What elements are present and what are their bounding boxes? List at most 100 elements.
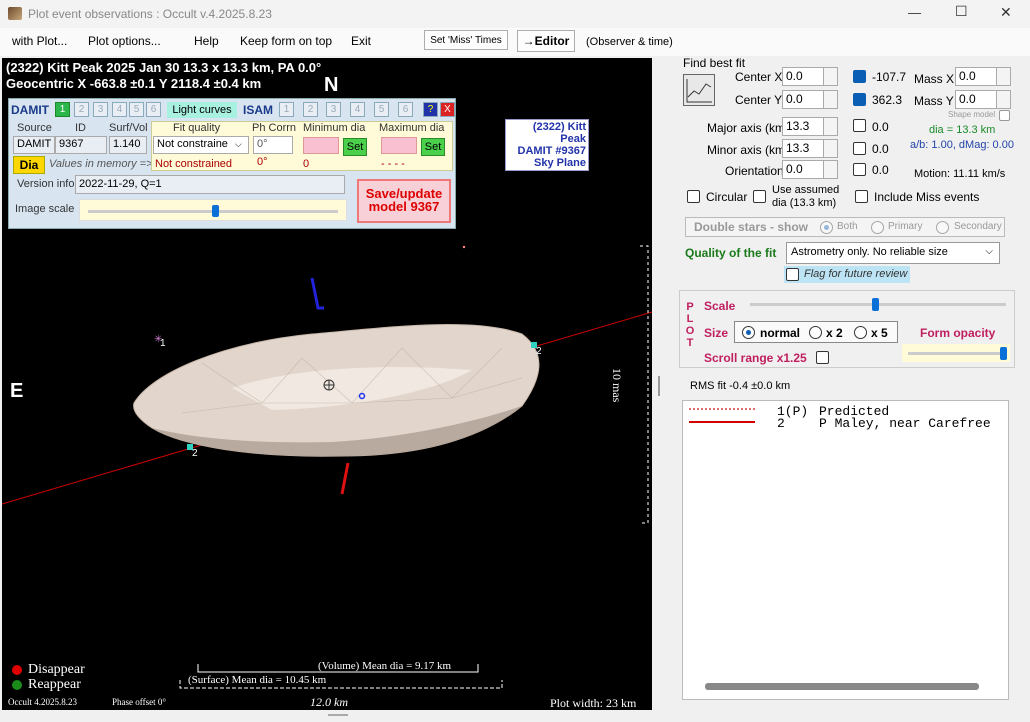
dia-button[interactable]: Dia — [13, 156, 45, 174]
scale-slider-thumb[interactable] — [872, 298, 879, 311]
minimize-icon[interactable]: — — [908, 5, 921, 20]
max-dia-set-button[interactable]: Set — [421, 138, 445, 156]
damit-tab-4[interactable]: 4 — [112, 102, 127, 117]
size-x2-label: x 2 — [826, 326, 843, 340]
menu-help[interactable]: Help — [194, 34, 219, 48]
light-curves-button[interactable]: Light curves — [167, 102, 237, 118]
list-row-2-name: P Maley, near Carefree — [819, 416, 991, 431]
isam-tab-1[interactable]: 1 — [279, 102, 294, 117]
info-plane: Sky Plane — [534, 157, 586, 169]
scale-slider[interactable] — [746, 297, 1010, 313]
center-x-input[interactable]: 0.0 — [782, 67, 838, 86]
min-dia-set-button[interactable]: Set — [343, 138, 367, 156]
fit-chart-button[interactable] — [683, 74, 715, 106]
damit-tab-6[interactable]: 6 — [146, 102, 161, 117]
center-y-label: Center Y — [735, 93, 783, 107]
editor-button[interactable]: →Editor — [517, 30, 575, 52]
image-scale-slider[interactable] — [79, 199, 347, 221]
info-box: (2322) Kitt Peak DAMIT #9367 Sky Plane — [505, 119, 589, 171]
plot-width-label: Plot width: 23 km — [550, 696, 637, 710]
close-icon[interactable]: ✕ — [1000, 4, 1012, 21]
size-normal-radio[interactable] — [742, 326, 755, 339]
damit-tab-5[interactable]: 5 — [129, 102, 144, 117]
source-header: Source — [17, 122, 52, 134]
size-x5-radio[interactable] — [854, 326, 867, 339]
size-x5-label: x 5 — [871, 326, 888, 340]
dia-result: dia = 13.3 km — [929, 124, 996, 136]
isam-tab-3[interactable]: 3 — [326, 102, 341, 117]
secondary-radio[interactable] — [936, 221, 949, 234]
assumed-dia-label: Use assumed dia (13.3 km) — [772, 184, 840, 209]
damit-tab-2[interactable]: 2 — [74, 102, 89, 117]
max-dia-header: Maximum dia — [379, 122, 445, 134]
size-normal-label: normal — [760, 326, 801, 340]
flag-review-group: Flag for future review — [784, 266, 910, 283]
minor-axis-checkbox[interactable] — [853, 142, 866, 155]
slider-thumb[interactable] — [212, 205, 219, 217]
center-y-input[interactable]: 0.0 — [782, 90, 838, 109]
damit-tab-1[interactable]: 1 — [55, 102, 70, 117]
set-miss-times-button[interactable]: Set 'Miss' Times — [424, 30, 508, 50]
menu-plot-options[interactable]: Plot options... — [88, 34, 161, 48]
assumed-dia-checkbox[interactable] — [753, 190, 766, 203]
scale-mas-label: 10 mas — [610, 368, 624, 403]
opacity-slider-thumb[interactable] — [1000, 347, 1007, 360]
horizontal-scrollbar[interactable] — [705, 683, 979, 690]
predicted-line-swatch — [689, 408, 755, 410]
size-x2-radio[interactable] — [809, 326, 822, 339]
isam-label: ISAM — [243, 103, 273, 117]
orientation-input[interactable]: 0.0 — [782, 160, 838, 179]
ph-corr-field[interactable]: 0° — [253, 136, 293, 154]
quality-select[interactable]: Astrometry only. No reliable size ⌵ — [786, 242, 1000, 264]
window-title: Plot event observations : Occult v.4.202… — [28, 7, 272, 21]
menu-keep-on-top[interactable]: Keep form on top — [240, 34, 332, 48]
scroll-range-checkbox[interactable] — [816, 351, 829, 364]
include-miss-checkbox[interactable] — [855, 190, 868, 203]
shape-model-label: Shape model — [948, 110, 996, 119]
chevron-down-icon: ⌵ — [985, 246, 993, 257]
north-label: N — [324, 74, 339, 96]
help-button[interactable]: ? — [423, 102, 438, 117]
opacity-slider[interactable] — [902, 344, 1010, 362]
rms-fit-label: RMS fit -0.4 ±0.0 km — [690, 380, 791, 392]
isam-tab-4[interactable]: 4 — [350, 102, 365, 117]
center-y-checkbox[interactable] — [853, 93, 866, 106]
plot-controls-group: P L O T Scale Size normal x 2 x 5 Form o… — [679, 290, 1015, 368]
center-x-checkbox[interactable] — [853, 70, 866, 83]
damit-tab-3[interactable]: 3 — [93, 102, 108, 117]
mass-y-input[interactable]: 0.0 — [955, 90, 1011, 109]
orientation-checkbox[interactable] — [853, 163, 866, 176]
major-axis-checkbox[interactable] — [853, 119, 866, 132]
menu-exit[interactable]: Exit — [351, 34, 371, 48]
shape-model-checkbox[interactable] — [999, 110, 1010, 121]
major-axis-input[interactable]: 13.3 — [782, 117, 838, 136]
secondary-label: Secondary — [954, 221, 1002, 232]
close-panel-button[interactable]: X — [440, 102, 455, 117]
observer-list[interactable]: 1(P) Predicted 2 P Maley, near Carefree — [682, 400, 1009, 700]
menu-bar: with Plot... Plot options... ? Help Keep… — [0, 28, 1030, 76]
isam-tab-5[interactable]: 5 — [374, 102, 389, 117]
both-radio[interactable] — [820, 221, 833, 234]
quality-label: Quality of the fit — [685, 246, 777, 260]
mass-x-input[interactable]: 0.0 — [955, 67, 1011, 86]
isam-tab-6[interactable]: 6 — [398, 102, 413, 117]
minor-axis-input[interactable]: 13.3 — [782, 139, 838, 158]
both-label: Both — [837, 221, 858, 232]
menu-with-plot[interactable]: with Plot... — [12, 34, 67, 48]
isam-tab-2[interactable]: 2 — [303, 102, 318, 117]
save-update-button[interactable]: Save/update model 9367 — [357, 179, 451, 223]
circular-checkbox[interactable] — [687, 190, 700, 203]
resize-grip[interactable] — [328, 714, 348, 716]
double-stars-group: Double stars - show Both Primary Seconda… — [685, 217, 1005, 237]
flag-review-checkbox[interactable] — [786, 268, 799, 281]
maximize-icon[interactable]: ☐ — [955, 3, 968, 20]
panel-splitter[interactable] — [658, 376, 660, 396]
min-dia-field[interactable] — [303, 137, 339, 154]
surf-vol-field: 1.140 — [109, 136, 147, 154]
major-axis-result: 0.0 — [872, 120, 889, 134]
max-dia-field[interactable] — [381, 137, 417, 154]
chord-label-2b: 2 — [192, 448, 198, 459]
center-x-result: -107.7 — [872, 70, 907, 84]
minor-axis-result: 0.0 — [872, 142, 889, 156]
primary-radio[interactable] — [871, 221, 884, 234]
